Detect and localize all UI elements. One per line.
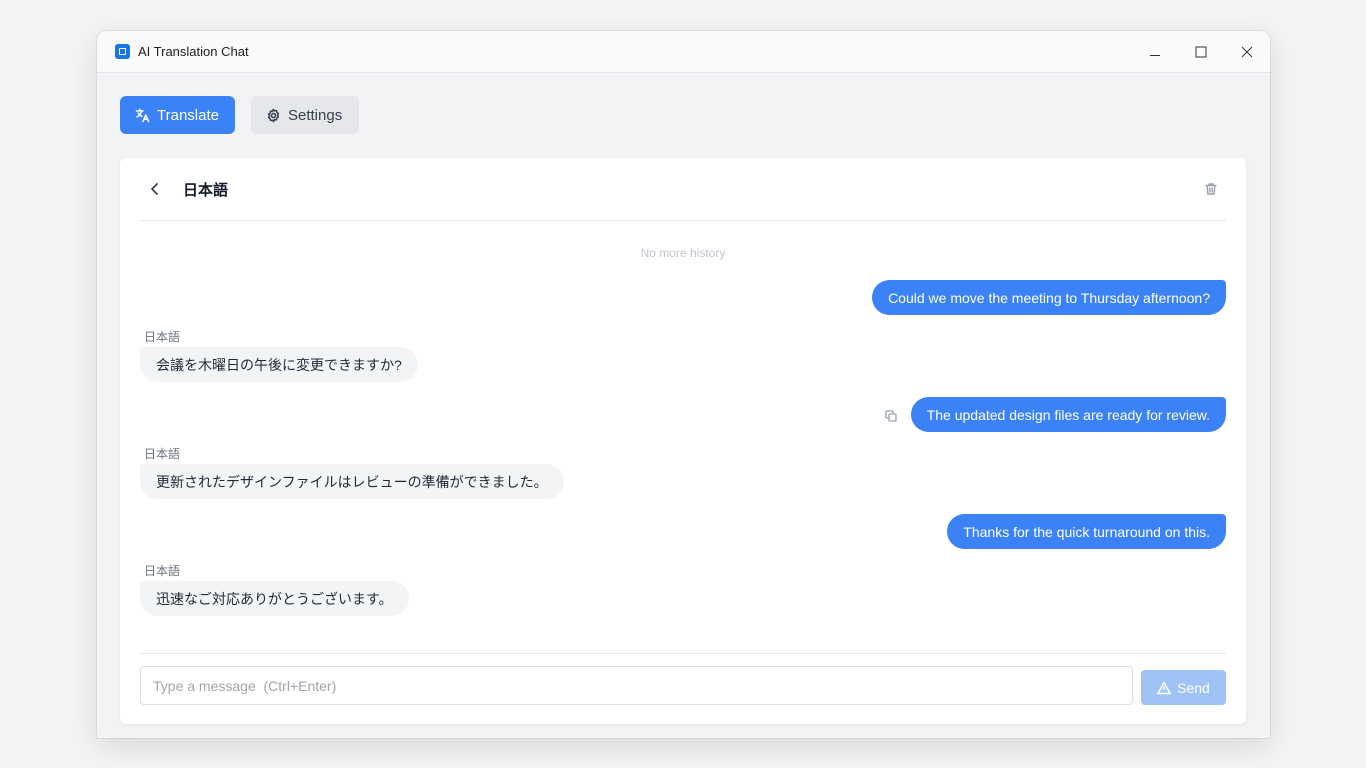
minimize-button[interactable] bbox=[1132, 31, 1178, 73]
tab-translate[interactable]: Translate bbox=[120, 96, 235, 134]
tab-settings[interactable]: Settings bbox=[251, 96, 359, 134]
tab-translate-label: Translate bbox=[157, 106, 219, 124]
copy-button[interactable] bbox=[885, 409, 897, 422]
assistant-message: 迅速なご対応ありがとうございます。 bbox=[140, 581, 409, 616]
tab-settings-label: Settings bbox=[288, 106, 343, 124]
chat-language-title: 日本語 bbox=[183, 181, 229, 199]
user-message: Thanks for the quick turnaround on this. bbox=[947, 514, 1226, 549]
translate-icon bbox=[135, 108, 150, 122]
send-button[interactable]: Send bbox=[1141, 670, 1226, 705]
chevron-left-icon bbox=[151, 183, 158, 195]
user-message: The updated design files are ready for r… bbox=[910, 397, 1226, 432]
clear-history-button[interactable] bbox=[1204, 182, 1220, 198]
history-note: No more history bbox=[640, 246, 726, 260]
minimize-icon bbox=[1150, 55, 1160, 56]
copy-icon bbox=[885, 410, 897, 422]
maximize-icon bbox=[1195, 46, 1207, 58]
close-button[interactable] bbox=[1224, 31, 1270, 73]
sender-label: 日本語 bbox=[144, 330, 181, 344]
window-title: AI Translation Chat bbox=[138, 44, 249, 59]
app-logo-icon bbox=[115, 44, 130, 59]
message-input[interactable] bbox=[140, 666, 1133, 705]
composer-divider bbox=[140, 653, 1226, 654]
sender-label: 日本語 bbox=[144, 564, 181, 578]
user-message: Could we move the meeting to Thursday af… bbox=[872, 280, 1226, 315]
close-icon bbox=[1241, 46, 1253, 58]
trash-icon bbox=[1205, 183, 1217, 195]
chat-panel: 日本語 No more history Could we move the me… bbox=[120, 158, 1246, 724]
assistant-message: 更新されたデザインファイルはレビューの準備ができました。 bbox=[140, 464, 564, 499]
sender-label: 日本語 bbox=[144, 447, 181, 461]
assistant-message: 会議を木曜日の午後に変更できますか? bbox=[140, 347, 418, 382]
back-button[interactable] bbox=[140, 174, 170, 204]
send-label: Send bbox=[1177, 679, 1210, 696]
chat-header: 日本語 bbox=[140, 158, 1226, 221]
app-window: AI Translation Chat Translate Settings 日… bbox=[97, 31, 1270, 738]
title-bar: AI Translation Chat bbox=[97, 31, 1270, 73]
main-tabs: Translate Settings bbox=[120, 96, 359, 134]
window-controls bbox=[1132, 31, 1270, 73]
warning-icon bbox=[1157, 681, 1171, 694]
gear-icon bbox=[267, 108, 280, 122]
maximize-button[interactable] bbox=[1178, 31, 1224, 73]
